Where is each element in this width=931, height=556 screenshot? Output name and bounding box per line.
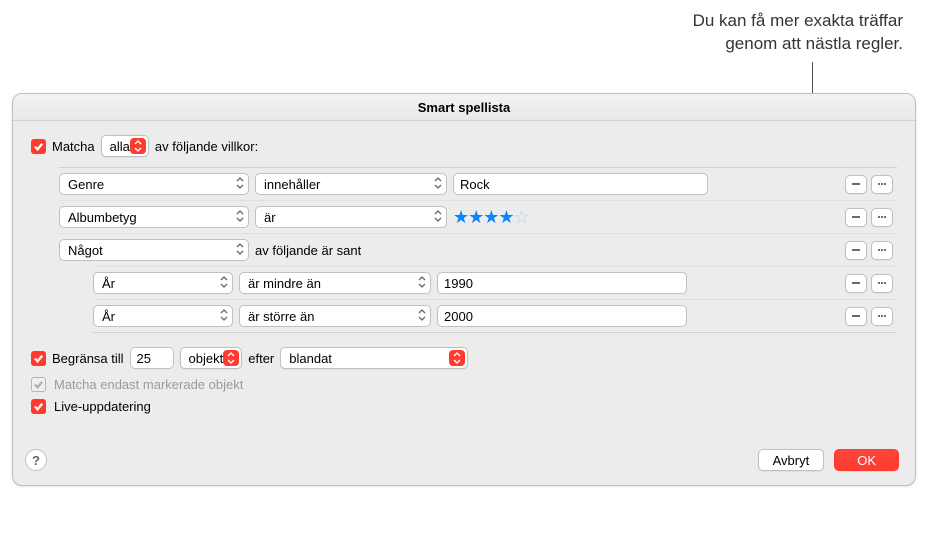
updown-icon xyxy=(220,309,228,324)
updown-icon xyxy=(223,350,239,366)
rule-options-button[interactable] xyxy=(871,208,893,227)
rule-operator-select[interactable]: är mindre än xyxy=(239,272,431,294)
match-label-before: Matcha xyxy=(52,139,95,154)
limit-by-label: efter xyxy=(248,351,274,366)
ok-button[interactable]: OK xyxy=(834,449,899,471)
help-icon: ? xyxy=(32,453,40,468)
ellipsis-icon xyxy=(876,277,888,289)
rule-field-select[interactable]: Albumbetyg xyxy=(59,206,249,228)
checked-only-row: Matcha endast markerade objekt xyxy=(31,377,897,392)
rule-row-nested: År är större än xyxy=(93,299,897,333)
updown-icon xyxy=(236,210,244,225)
star-icon: ★ xyxy=(483,207,498,228)
live-update-row: Live-uppdatering xyxy=(31,399,897,414)
limit-label: Begränsa till xyxy=(52,351,124,366)
ellipsis-icon xyxy=(876,178,888,190)
rule-field-select[interactable]: Genre xyxy=(59,173,249,195)
match-row: Matcha alla av följande villkor: xyxy=(31,135,897,157)
annotation-line1: Du kan få mer exakta träffar xyxy=(693,11,903,30)
rule-field-value: Något xyxy=(68,243,103,258)
updown-icon xyxy=(236,177,244,192)
rule-operator-value: är mindre än xyxy=(248,276,321,291)
rule-row-nested: År är mindre än xyxy=(93,266,897,299)
match-label-after: av följande villkor: xyxy=(155,139,258,154)
updown-icon xyxy=(434,177,442,192)
rule-operator-select[interactable]: är större än xyxy=(239,305,431,327)
checked-only-checkbox xyxy=(31,377,46,392)
rule-row: Genre innehåller xyxy=(59,167,897,200)
rule-field-select[interactable]: Något xyxy=(59,239,249,261)
limit-count-input[interactable] xyxy=(130,347,174,369)
star-icon: ★ xyxy=(498,207,513,228)
match-mode-popup[interactable]: alla xyxy=(101,135,149,157)
rule-field-value: År xyxy=(102,309,115,324)
rule-operator-select[interactable]: är xyxy=(255,206,447,228)
limit-checkbox[interactable] xyxy=(31,351,46,366)
live-update-checkbox[interactable] xyxy=(31,399,46,414)
limit-by-value: blandat xyxy=(289,351,332,366)
remove-rule-button[interactable] xyxy=(845,208,867,227)
live-update-label: Live-uppdatering xyxy=(54,399,151,414)
remove-rule-button[interactable] xyxy=(845,274,867,293)
rule-field-select[interactable]: År xyxy=(93,305,233,327)
window-title: Smart spellista xyxy=(13,94,915,121)
remove-rule-button[interactable] xyxy=(845,241,867,260)
minus-icon xyxy=(850,178,862,190)
match-mode-value: alla xyxy=(110,139,130,154)
updown-icon xyxy=(418,309,426,324)
updown-icon xyxy=(434,210,442,225)
rule-operator-select[interactable]: innehåller xyxy=(255,173,447,195)
limit-by-popup[interactable]: blandat xyxy=(280,347,468,369)
rule-row: Albumbetyg är ★ ★ ★ ★ ☆ xyxy=(59,200,897,233)
remove-rule-button[interactable] xyxy=(845,175,867,194)
rule-operator-value: är xyxy=(264,210,276,225)
updown-icon xyxy=(220,276,228,291)
minus-icon xyxy=(850,211,862,223)
minus-icon xyxy=(850,310,862,322)
star-icon: ★ xyxy=(468,207,483,228)
updown-icon xyxy=(236,243,244,258)
ellipsis-icon xyxy=(876,211,888,223)
cancel-button[interactable]: Avbryt xyxy=(758,449,825,471)
rule-options-button[interactable] xyxy=(871,175,893,194)
rule-field-select[interactable]: År xyxy=(93,272,233,294)
match-checkbox[interactable] xyxy=(31,139,46,154)
star-empty-icon: ☆ xyxy=(514,207,529,228)
rule-field-value: År xyxy=(102,276,115,291)
rule-field-value: Genre xyxy=(68,177,104,192)
minus-icon xyxy=(850,277,862,289)
rule-operator-value: innehåller xyxy=(264,177,320,192)
rule-options-button[interactable] xyxy=(871,241,893,260)
checked-only-label: Matcha endast markerade objekt xyxy=(54,377,243,392)
limit-unit-value: objekt xyxy=(189,351,224,366)
annotation-line2: genom att nästla regler. xyxy=(725,34,903,53)
rule-value-input[interactable] xyxy=(437,272,687,294)
rule-options-button[interactable] xyxy=(871,307,893,326)
minus-icon xyxy=(850,244,862,256)
group-suffix-text: av följande är sant xyxy=(255,243,361,258)
updown-icon xyxy=(418,276,426,291)
rule-field-value: Albumbetyg xyxy=(68,210,137,225)
rule-row-group: Något av följande är sant xyxy=(59,233,897,266)
dialog-footer: ? Avbryt OK xyxy=(13,435,915,485)
remove-rule-button[interactable] xyxy=(845,307,867,326)
rule-operator-value: är större än xyxy=(248,309,314,324)
updown-icon xyxy=(449,350,465,366)
ellipsis-icon xyxy=(876,310,888,322)
rules-list: Genre innehåller xyxy=(31,167,897,333)
help-button[interactable]: ? xyxy=(25,449,47,471)
star-rating[interactable]: ★ ★ ★ ★ ☆ xyxy=(453,207,529,228)
rule-value-input[interactable] xyxy=(453,173,708,195)
rule-options-button[interactable] xyxy=(871,274,893,293)
star-icon: ★ xyxy=(453,207,468,228)
limit-unit-popup[interactable]: objekt xyxy=(180,347,243,369)
updown-icon xyxy=(130,138,146,154)
rule-value-input[interactable] xyxy=(437,305,687,327)
limit-row: Begränsa till objekt efter blandat xyxy=(31,347,897,369)
ellipsis-icon xyxy=(876,244,888,256)
dialog-window: Smart spellista Matcha alla av följande … xyxy=(12,93,916,486)
annotation-callout: Du kan få mer exakta träffar genom att n… xyxy=(693,10,903,56)
dialog-content: Matcha alla av följande villkor: Genre xyxy=(13,121,915,435)
